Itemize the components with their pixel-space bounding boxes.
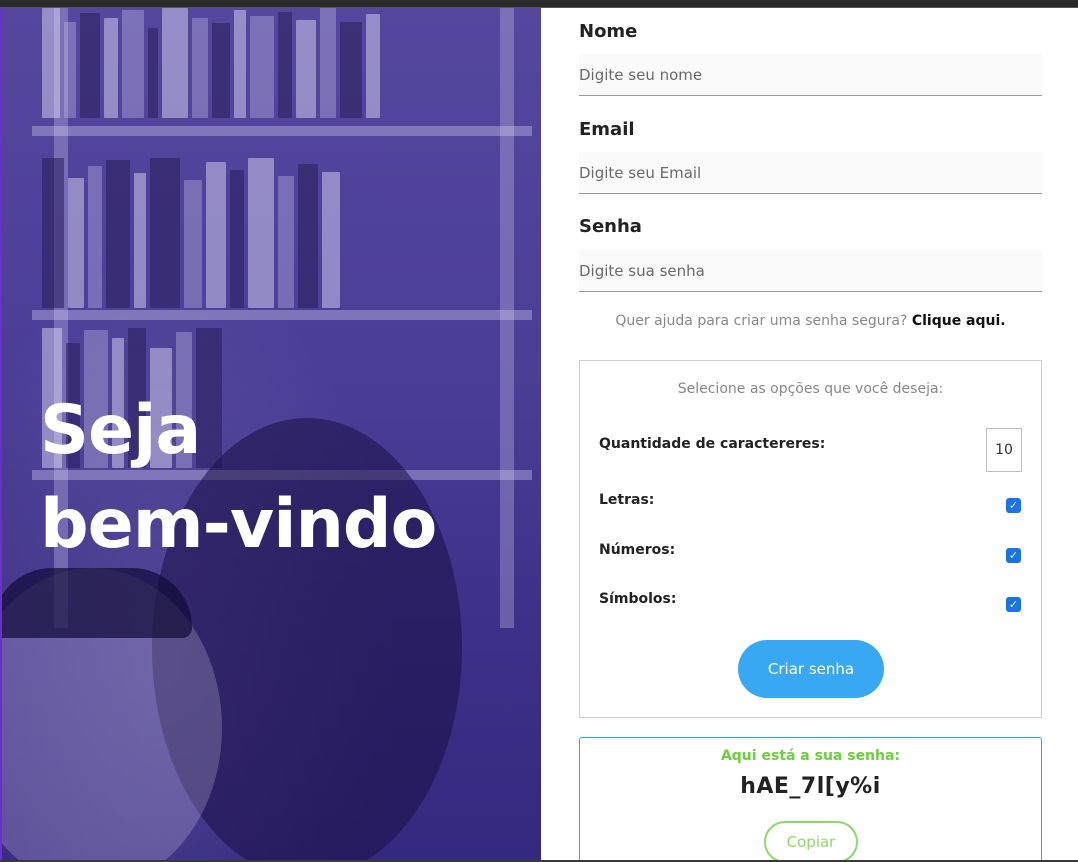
shelf-board xyxy=(32,310,532,320)
copy-button[interactable]: Copiar xyxy=(764,821,858,860)
quantity-input[interactable] xyxy=(986,428,1022,472)
password-help-text: Quer ajuda para criar uma senha segura? xyxy=(615,313,908,329)
shelf-board xyxy=(32,126,532,136)
password-result-panel: Aqui está a sua senha: hAE_7l[y%i Copiar xyxy=(579,737,1042,860)
browser-top-bar xyxy=(0,0,1078,8)
generated-password: hAE_7l[y%i xyxy=(740,774,881,799)
numbers-checkbox[interactable]: ✓ xyxy=(1006,548,1021,563)
email-input[interactable] xyxy=(579,152,1042,194)
password-options-panel: Selecione as opções que você deseja: Qua… xyxy=(579,360,1042,718)
welcome-line-2: bem-vindo xyxy=(40,485,437,564)
email-label: Email xyxy=(579,119,635,140)
numbers-label: Números: xyxy=(599,542,676,558)
books-row xyxy=(42,8,522,118)
symbols-label: Símbolos: xyxy=(599,591,677,607)
quantity-label: Quantidade de caractereres: xyxy=(599,436,826,452)
letters-label: Letras: xyxy=(599,492,655,508)
password-label: Senha xyxy=(579,216,642,237)
letters-checkbox[interactable]: ✓ xyxy=(1006,498,1021,513)
name-label: Nome xyxy=(579,21,638,42)
welcome-line-1: Seja xyxy=(40,391,201,470)
password-help: Quer ajuda para criar uma senha segura? … xyxy=(579,313,1042,329)
symbols-checkbox[interactable]: ✓ xyxy=(1006,597,1021,612)
cap-shape xyxy=(2,568,192,638)
password-input[interactable] xyxy=(579,250,1042,292)
options-title: Selecione as opções que você deseja: xyxy=(677,381,944,397)
welcome-heading: Seja bem-vindo xyxy=(40,384,437,572)
name-input[interactable] xyxy=(579,54,1042,96)
result-title: Aqui está a sua senha: xyxy=(720,748,901,764)
create-password-button[interactable]: Criar senha xyxy=(738,640,884,698)
password-help-link[interactable]: Clique aqui. xyxy=(912,313,1006,329)
signup-form: Nome Email Senha Quer ajuda para criar u… xyxy=(541,8,1078,860)
books-row xyxy=(42,158,522,308)
hero-panel: Seja bem-vindo xyxy=(0,8,541,860)
